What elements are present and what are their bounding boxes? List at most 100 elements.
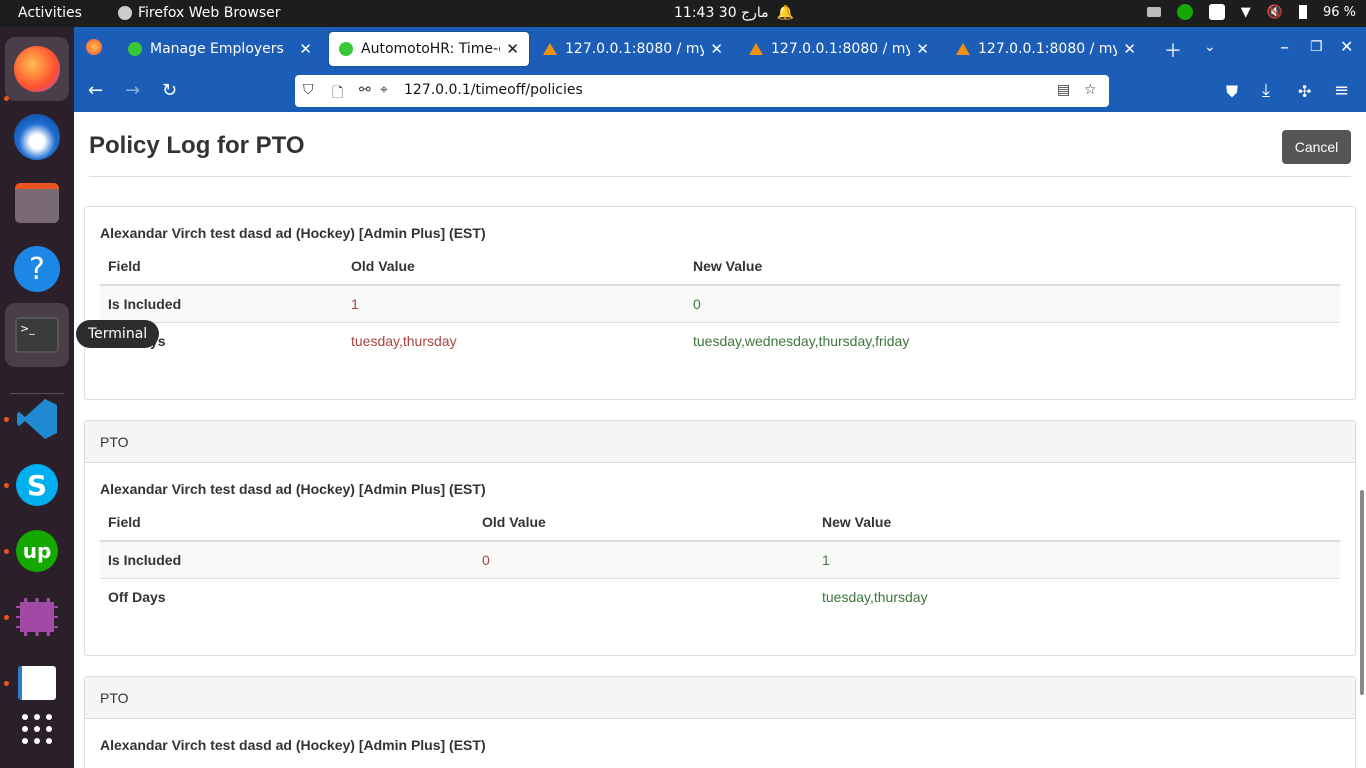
table-header-row: Field Old Value New Value: [100, 503, 1340, 542]
dock-vscode[interactable]: [5, 387, 69, 451]
downloads-icon[interactable]: ⤓: [1262, 80, 1270, 101]
field-column-header: Field: [100, 503, 474, 542]
log-panel: PTO Alexandar Virch test dasd ad (Hockey…: [84, 420, 1356, 656]
old-value-cell: [474, 577, 814, 615]
cancel-button[interactable]: Cancel: [1282, 130, 1351, 164]
dock-upwork[interactable]: up: [5, 519, 69, 583]
dock-firefox[interactable]: [5, 37, 69, 101]
firefox-view-icon[interactable]: [86, 39, 102, 60]
tab-title: 127.0.0.1:8080 / mysql: [771, 41, 911, 57]
tab-close-icon[interactable]: ✕: [506, 40, 519, 58]
reload-icon[interactable]: ↻: [162, 80, 177, 101]
old-value-cell: 1: [343, 284, 685, 322]
terminal-icon: >_: [15, 317, 59, 353]
permissions-icon[interactable]: ⚯: [359, 82, 371, 98]
activities-button[interactable]: Activities: [18, 5, 82, 21]
phpmyadmin-favicon-icon: [956, 43, 970, 55]
site-favicon-icon: [128, 42, 142, 56]
new-value-cell: 1: [814, 540, 1340, 578]
new-value-cell: 0: [685, 284, 1340, 322]
dock-video-editor[interactable]: [5, 585, 69, 649]
maximize-icon[interactable]: ❐: [1310, 39, 1323, 55]
new-value-cell: tuesday,thursday: [814, 577, 1340, 615]
old-value-cell: 0: [474, 540, 814, 578]
skype-tray-icon: [1208, 4, 1225, 20]
reader-view-icon[interactable]: ▤: [1057, 82, 1070, 98]
url-text[interactable]: 127.0.0.1/timeoff/policies: [404, 82, 583, 98]
change-table: Field Old Value New Value Is Included 0 …: [100, 503, 1340, 615]
help-icon: ?: [14, 246, 60, 292]
app-grid-icon: [22, 714, 52, 744]
pocket-icon[interactable]: ⛊: [1226, 82, 1238, 102]
log-panel: PTO Alexandar Virch test dasd ad (Hockey…: [84, 676, 1356, 768]
old-value-cell: tuesday,thursday: [343, 321, 685, 359]
list-all-tabs-icon[interactable]: ⌄: [1204, 39, 1216, 55]
tab-manage-employers[interactable]: Manage Employers ✕: [118, 32, 322, 66]
tab-phpmyadmin-1[interactable]: 127.0.0.1:8080 / mysql ✕: [533, 32, 733, 66]
panel-heading: PTO: [85, 677, 1355, 719]
dock-help[interactable]: ?: [5, 237, 69, 301]
tab-phpmyadmin-2[interactable]: 127.0.0.1:8080 / mysql ✕: [739, 32, 939, 66]
employee-name: Alexandar Virch test dasd ad (Hockey) [A…: [100, 481, 486, 497]
page-info-icon[interactable]: 🗋: [332, 82, 343, 106]
camera-icon: [1146, 7, 1161, 17]
page-title: Policy Log for PTO: [89, 132, 305, 159]
old-value-column-header: Old Value: [474, 503, 814, 542]
new-value-column-header: New Value: [685, 247, 1340, 286]
dock-thunderbird[interactable]: [5, 105, 69, 169]
tab-close-icon[interactable]: ✕: [916, 40, 929, 58]
back-icon[interactable]: ←: [88, 80, 103, 101]
tab-title: 127.0.0.1:8080 / mysql: [565, 41, 705, 57]
tab-bar: Manage Employers ✕ AutomotoHR: Time-off …: [74, 27, 1366, 71]
dock-terminal[interactable]: >_: [5, 303, 69, 367]
field-cell: Off Days: [100, 577, 474, 615]
video-editor-icon: [16, 598, 58, 636]
tab-title: Manage Employers: [150, 41, 284, 57]
forward-icon[interactable]: →: [125, 80, 140, 101]
tab-close-icon[interactable]: ✕: [299, 40, 312, 58]
tab-automotohr[interactable]: AutomotoHR: Time-off ✕: [329, 32, 529, 66]
extensions-icon[interactable]: ✣: [1298, 82, 1311, 101]
page-scrollbar[interactable]: [1360, 490, 1364, 695]
new-tab-icon[interactable]: ＋: [1164, 37, 1182, 63]
phpmyadmin-favicon-icon: [543, 43, 557, 55]
app-menu-icon[interactable]: ≡: [1334, 80, 1349, 101]
upwork-icon: up: [16, 530, 58, 572]
table-row: Off Days tuesday,thursday: [100, 577, 1340, 615]
skype-icon: S: [16, 464, 58, 506]
thunderbird-icon: [14, 114, 60, 160]
tab-title: 127.0.0.1:8080 / mysql: [978, 41, 1118, 57]
new-value-cell: tuesday,wednesday,thursday,friday: [685, 321, 1340, 359]
files-icon: [15, 183, 59, 223]
tab-title: AutomotoHR: Time-off: [361, 41, 500, 57]
upwork-tray-icon: [1176, 4, 1193, 20]
bookmark-star-icon[interactable]: ☆: [1084, 82, 1097, 98]
running-indicator: [4, 615, 9, 620]
field-column-header: Field: [100, 247, 343, 286]
minimize-icon[interactable]: –: [1280, 37, 1289, 58]
change-table: Field Old Value New Value Is Included 1 …: [100, 247, 1340, 359]
tab-close-icon[interactable]: ✕: [1123, 40, 1136, 58]
tab-phpmyadmin-3[interactable]: 127.0.0.1:8080 / mysql ✕: [946, 32, 1146, 66]
firefox-small-icon: [118, 6, 132, 20]
app-name: Firefox Web Browser: [138, 5, 281, 21]
field-cell: Is Included: [100, 284, 343, 322]
system-tray[interactable]: ▼ 🔇 96 %: [1146, 4, 1356, 20]
dock-files[interactable]: [5, 171, 69, 235]
location-icon[interactable]: ⌖: [380, 82, 388, 98]
close-window-icon[interactable]: ✕: [1340, 37, 1353, 56]
panel-heading: PTO: [85, 421, 1355, 463]
dock-skype[interactable]: S: [5, 453, 69, 517]
vscode-icon: [17, 399, 57, 439]
running-indicator: [4, 483, 9, 488]
show-applications-button[interactable]: [5, 697, 69, 761]
employee-name: Alexandar Virch test dasd ad (Hockey) [A…: [100, 225, 486, 241]
clock[interactable]: 11:43 30 مارج 🔔: [674, 5, 794, 21]
app-menu[interactable]: Firefox Web Browser: [118, 5, 281, 21]
tab-close-icon[interactable]: ✕: [710, 40, 723, 58]
volume-muted-icon: 🔇: [1266, 4, 1283, 20]
table-row: Is Included 0 1: [100, 540, 1340, 578]
tracking-protection-shield-icon[interactable]: ⛉: [303, 82, 314, 98]
address-bar[interactable]: ⛉ 🗋 ⚯ ⌖ 127.0.0.1/timeoff/policies ▤ ☆: [295, 75, 1109, 107]
firefox-icon: [14, 46, 60, 92]
